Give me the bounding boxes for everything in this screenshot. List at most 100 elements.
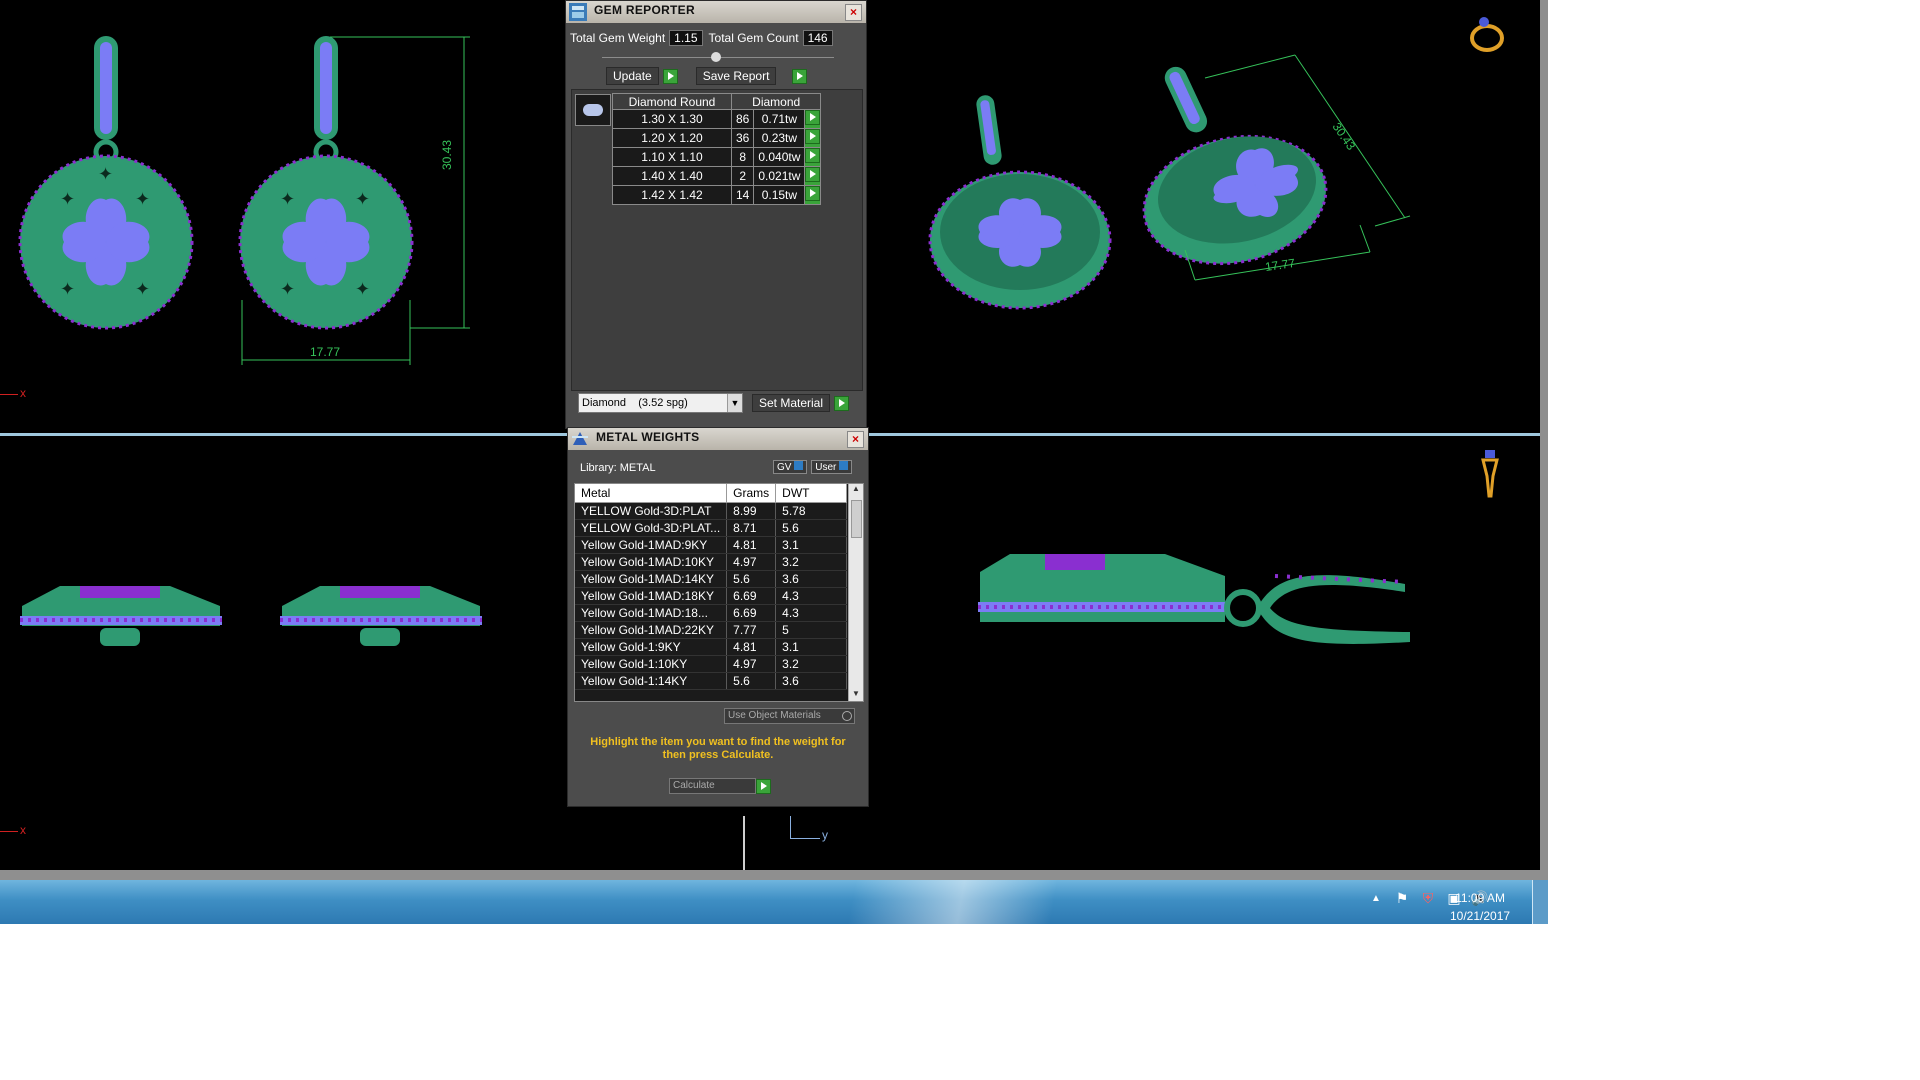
metal-weights-panel: METAL WEIGHTS × Library: METAL GV User M… — [567, 427, 869, 807]
metal-row[interactable]: Yellow Gold-1MAD:18KY 6.69 4.3 — [575, 587, 847, 605]
metal-row[interactable]: YELLOW Gold-3D:PLAT 8.99 5.78 — [575, 502, 847, 520]
gem-row[interactable]: 1.30 X 1.30 86 0.71tw — [612, 109, 822, 129]
taskbar-glare — [0, 880, 1548, 924]
gem-row-go-icon[interactable] — [804, 128, 822, 148]
taskbar-clock[interactable]: 11:09 AM 10/21/2017 — [1450, 889, 1510, 924]
set-material-button[interactable]: Set Material — [752, 394, 831, 412]
metal-header-grams[interactable]: Grams — [726, 484, 777, 503]
pendant-side-left — [20, 586, 222, 646]
gem-row-go-icon[interactable] — [804, 185, 822, 205]
update-button[interactable]: Update — [606, 67, 659, 85]
metal-row[interactable]: Yellow Gold-1MAD:18... 6.69 4.3 — [575, 604, 847, 622]
metal-dwt: 3.6 — [775, 570, 847, 588]
metal-row[interactable]: Yellow Gold-1:14KY 5.6 3.6 — [575, 672, 847, 690]
metal-row[interactable]: Yellow Gold-1MAD:22KY 7.77 5 — [575, 621, 847, 639]
axis-x-line-bottom — [0, 831, 18, 832]
metal-table: Metal Grams DWT YELLOW Gold-3D:PLAT 8.99 5… — [575, 484, 847, 690]
metal-grams: 7.77 — [726, 621, 777, 639]
metal-name: Yellow Gold-1MAD:18KY — [575, 587, 728, 605]
metal-row[interactable]: Yellow Gold-1:10KY 4.97 3.2 — [575, 655, 847, 673]
save-report-go-icon[interactable] — [792, 68, 808, 84]
viewport-vertical-divider[interactable] — [743, 816, 745, 876]
gem-reporter-icon — [569, 3, 587, 21]
action-center-flag-icon[interactable]: ⚑ — [1394, 890, 1410, 906]
close-icon: × — [851, 432, 859, 446]
metal-dwt: 3.2 — [775, 655, 847, 673]
scroll-thumb[interactable] — [851, 500, 862, 538]
metal-table-header: Metal Grams DWT — [575, 484, 847, 503]
gem-reporter-close-button[interactable]: × — [845, 4, 862, 21]
viewport-side[interactable]: x — [0, 436, 565, 870]
metal-name: Yellow Gold-1MAD:10KY — [575, 553, 728, 571]
viewport-front[interactable]: ✦ ✦ ✦ ✦ ✦ ✦ ✦ ✦ ✦ 30.43 17.77 x — [0, 0, 565, 433]
clock-time: 11:09 AM — [1455, 891, 1505, 905]
metal-dwt: 5.78 — [775, 502, 847, 520]
metal-dwt: 3.1 — [775, 536, 847, 554]
metal-dwt: 3.2 — [775, 553, 847, 571]
metal-weights-close-button[interactable]: × — [847, 431, 864, 448]
metal-row[interactable]: Yellow Gold-1MAD:9KY 4.81 3.1 — [575, 536, 847, 554]
update-go-icon[interactable] — [662, 68, 678, 84]
security-shield-icon[interactable]: ⛨ — [1420, 890, 1436, 906]
total-gem-count-value: 146 — [802, 30, 833, 46]
gem-weight: 0.021tw — [753, 166, 806, 186]
metal-row[interactable]: YELLOW Gold-3D:PLAT... 8.71 5.6 — [575, 519, 847, 537]
gem-weight: 0.23tw — [753, 128, 806, 148]
material-select[interactable]: Diamond (3.52 spg) ▼ — [578, 393, 743, 413]
gem-row[interactable]: 1.40 X 1.40 2 0.021tw — [612, 166, 822, 186]
windows-taskbar: ▲ ⚑ ⛨ ▣ 🔊 — [0, 880, 1548, 924]
metal-name: Yellow Gold-1:9KY — [575, 638, 728, 656]
gv-library-button[interactable]: GV — [773, 460, 808, 474]
use-object-materials-toggle[interactable]: Use Object Materials — [724, 708, 855, 724]
metal-grams: 5.6 — [726, 672, 777, 690]
gem-reporter-titlebar[interactable]: GEM REPORTER × — [566, 1, 866, 23]
scroll-down-arrow-icon[interactable]: ▼ — [849, 689, 863, 701]
gem-count: 2 — [730, 166, 755, 186]
metal-weights-titlebar[interactable]: METAL WEIGHTS × — [568, 428, 868, 450]
pendant-top — [978, 554, 1410, 644]
ring-view-icon[interactable] — [1465, 12, 1509, 56]
tray-expand-icon[interactable]: ▲ — [1368, 890, 1384, 906]
axis-y-label: y — [822, 828, 828, 842]
show-desktop-button[interactable] — [1532, 880, 1548, 924]
metal-list[interactable]: Metal Grams DWT YELLOW Gold-3D:PLAT 8.99 5… — [574, 483, 864, 702]
metal-row[interactable]: Yellow Gold-1MAD:10KY 4.97 3.2 — [575, 553, 847, 571]
collapse-toggle-icon[interactable] — [711, 52, 721, 62]
metal-row[interactable]: Yellow Gold-1:9KY 4.81 3.1 — [575, 638, 847, 656]
metal-row[interactable]: Yellow Gold-1MAD:14KY 5.6 3.6 — [575, 570, 847, 588]
gem-row-go-icon[interactable] — [804, 147, 822, 167]
metal-header-dwt[interactable]: DWT — [775, 484, 847, 503]
diamond-round-thumbnail-icon[interactable] — [575, 94, 611, 126]
gem-reporter-title: GEM REPORTER — [594, 3, 695, 17]
calculate-button[interactable]: Calculate — [669, 778, 756, 794]
chevron-down-icon[interactable]: ▼ — [727, 394, 742, 412]
user-library-button[interactable]: User — [811, 460, 853, 474]
axis-y-line — [790, 816, 791, 838]
viewport-top[interactable]: y — [790, 436, 1540, 870]
svg-text:✦: ✦ — [355, 189, 370, 209]
pendant-view-icon[interactable] — [1477, 446, 1503, 502]
gem-row[interactable]: 1.42 X 1.42 14 0.15tw — [612, 185, 822, 205]
gem-row[interactable]: 1.20 X 1.20 36 0.23tw — [612, 128, 822, 148]
gem-count: 14 — [730, 185, 755, 205]
total-gem-count-label: Total Gem Count — [708, 31, 799, 45]
calculate-go-icon[interactable] — [756, 778, 771, 794]
metal-dwt: 3.1 — [775, 638, 847, 656]
save-report-button[interactable]: Save Report — [695, 67, 777, 85]
gem-weight: 0.15tw — [753, 185, 806, 205]
gv-toggle-icon — [794, 461, 804, 470]
front-view-render: ✦ ✦ ✦ ✦ ✦ ✦ ✦ ✦ ✦ — [18, 36, 470, 365]
gem-row-go-icon[interactable] — [804, 166, 822, 186]
metal-header-name[interactable]: Metal — [575, 484, 728, 503]
metal-grams: 6.69 — [726, 587, 777, 605]
gem-row-go-icon[interactable] — [804, 109, 822, 129]
scroll-up-arrow-icon[interactable]: ▲ — [849, 484, 863, 496]
metal-list-scrollbar[interactable]: ▲ ▼ — [848, 484, 863, 701]
set-material-go-icon[interactable] — [834, 395, 850, 411]
viewport-perspective[interactable]: 30.43 17.77 — [865, 0, 1540, 433]
axis-x-label-top: x — [20, 386, 26, 400]
svg-text:✦: ✦ — [135, 189, 150, 209]
axis-y-line-h — [790, 838, 820, 839]
axis-x-label-bottom: x — [20, 823, 26, 837]
gem-row[interactable]: 1.10 X 1.10 8 0.040tw — [612, 147, 822, 167]
